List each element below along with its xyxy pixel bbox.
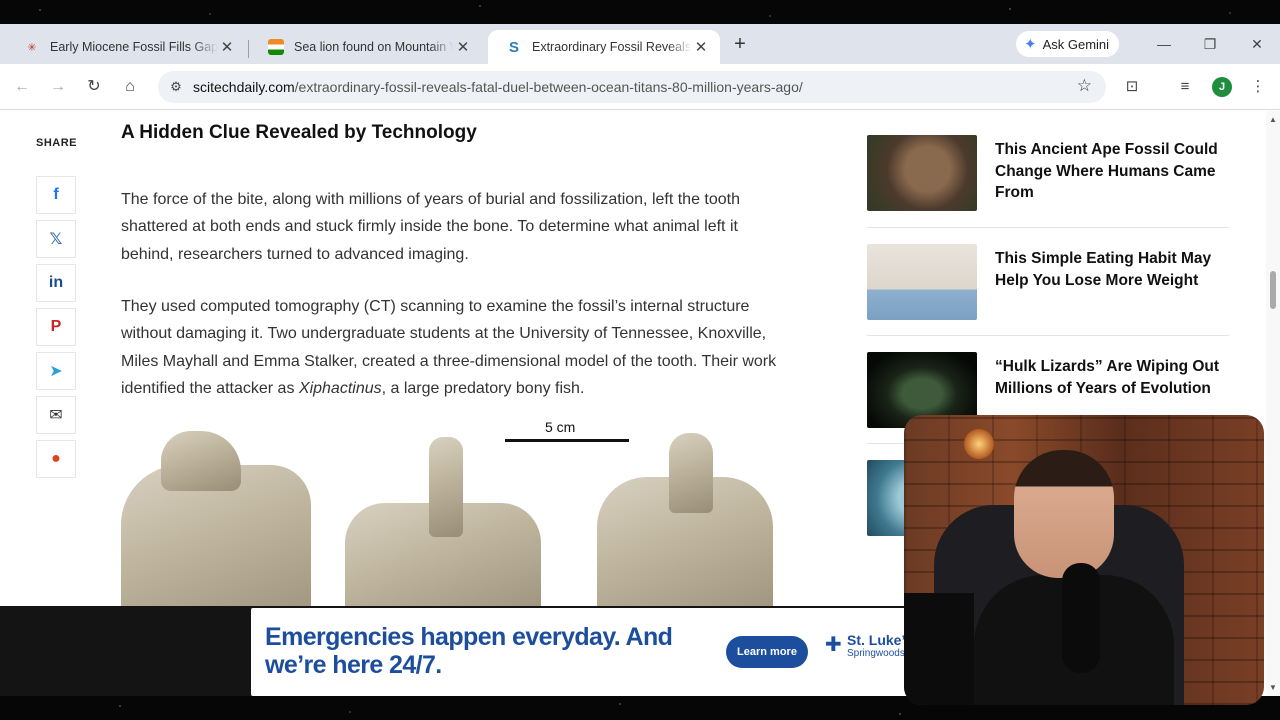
webcam-overlay [904, 415, 1264, 705]
scale-label: 5 cm [545, 419, 576, 435]
lens-search-icon[interactable]: ⊡ [1120, 75, 1144, 99]
profile-avatar[interactable]: J [1212, 77, 1232, 97]
share-label: SHARE [36, 137, 78, 149]
pinterest-share-button[interactable]: P [36, 308, 76, 346]
ad-headline[interactable]: Emergencies happen everyday. And we’re h… [265, 623, 695, 679]
tab-extraordinary-fossil[interactable]: S Extraordinary Fossil Reveals Fata ✕ [488, 30, 720, 64]
scroll-down-arrow-icon[interactable]: ▼ [1269, 683, 1277, 692]
close-window-icon[interactable]: ✕ [1245, 32, 1269, 56]
learn-more-button[interactable]: Learn more [726, 636, 808, 668]
facebook-share-button[interactable]: f [36, 176, 76, 214]
telegram-share-button[interactable]: ➤ [36, 352, 76, 390]
eating-habit-thumbnail[interactable] [867, 244, 977, 320]
linkedin-share-button[interactable]: in [36, 264, 76, 302]
fossil-vertebra-1-spine [161, 431, 241, 491]
species-name: Xiphactinus [298, 379, 382, 397]
scrollbar-thumb[interactable] [1270, 271, 1276, 309]
lamp [964, 429, 994, 459]
toolbar: ← → ↻ ⌂ ⚙ scitechdaily.com/extraordinary… [0, 64, 1280, 110]
tab-title: Extraordinary Fossil Reveals Fata [532, 40, 692, 54]
red-star-icon: ✳ [27, 41, 37, 54]
minimize-icon[interactable]: — [1152, 32, 1176, 56]
url-text[interactable]: scitechdaily.com/extraordinary-fossil-re… [193, 79, 803, 95]
related-card-title[interactable]: “Hulk Lizards” Are Wiping Out Millions o… [995, 356, 1225, 399]
fossil-figure: 5 cm [121, 417, 785, 645]
reddit-icon: ● [51, 450, 61, 467]
restore-icon[interactable]: ❐ [1198, 32, 1222, 56]
gemini-icon: ✦ [1024, 36, 1037, 53]
s-logo-icon: S [508, 38, 519, 56]
scale-bar [505, 439, 629, 442]
divider [867, 335, 1229, 336]
email-share-button[interactable]: ✉ [36, 396, 76, 434]
tab-title: Sea lion found on Mountain Vie [294, 40, 454, 54]
email-icon: ✉ [49, 407, 63, 424]
reddit-share-button[interactable]: ● [36, 440, 76, 478]
paragraph-1: The force of the bite, along with millio… [121, 191, 740, 263]
facebook-icon: f [53, 186, 59, 203]
cross-logo-icon: ✚ [825, 634, 842, 656]
person-head [1014, 450, 1114, 578]
page-scrollbar[interactable]: ▲ ▼ [1266, 111, 1280, 696]
ask-gemini-button[interactable]: ✦ Ask Gemini [1016, 31, 1120, 57]
x-share-button[interactable]: 𝕏 [36, 220, 76, 258]
fossil-vertebra-2-spine [429, 437, 463, 537]
bookmark-star-icon[interactable]: ☆ [1077, 76, 1092, 96]
st-lukes-logo[interactable]: ✚ St. Luke’s Springwoods [825, 632, 911, 659]
section-heading: A Hidden Clue Revealed by Technology [121, 122, 477, 143]
ape-fossil-thumbnail[interactable] [867, 135, 977, 211]
tab-title: Early Miocene Fossil Fills Gap in [50, 40, 218, 54]
paragraph-2: They used computed tomography (CT) scann… [121, 298, 777, 397]
media-controls-icon[interactable]: ≡ [1173, 75, 1197, 99]
x-icon: 𝕏 [49, 231, 63, 248]
advertisement-banner[interactable]: Emergencies happen everyday. And we’re h… [251, 608, 911, 696]
related-card-title[interactable]: This Ancient Ape Fossil Could Change Whe… [995, 139, 1225, 204]
fossil-vertebra-3-spine [669, 433, 713, 513]
monitor [904, 593, 974, 705]
tab-early-miocene[interactable]: ✳ Early Miocene Fossil Fills Gap in ✕ [6, 30, 246, 64]
home-icon[interactable]: ⌂ [118, 75, 142, 99]
forward-icon[interactable]: → [46, 75, 70, 99]
back-icon[interactable]: ← [10, 75, 34, 99]
close-tab-icon[interactable]: ✕ [692, 38, 710, 56]
gemini-label: Ask Gemini [1042, 36, 1110, 52]
microphone [1062, 563, 1100, 673]
related-card-title[interactable]: This Simple Eating Habit May Help You Lo… [995, 248, 1225, 291]
reload-icon[interactable]: ↻ [82, 75, 106, 99]
tab-sea-lion[interactable]: Sea lion found on Mountain Vie ✕ [250, 30, 482, 64]
menu-kebab-icon[interactable]: ⋮ [1246, 75, 1270, 99]
india-flag-icon [268, 39, 284, 55]
scroll-up-arrow-icon[interactable]: ▲ [1269, 115, 1277, 124]
address-bar[interactable]: ⚙ scitechdaily.com/extraordinary-fossil-… [158, 71, 1106, 103]
close-tab-icon[interactable]: ✕ [454, 38, 472, 56]
close-tab-icon[interactable]: ✕ [218, 38, 236, 56]
tab-divider [248, 40, 249, 58]
tab-strip: ✳ Early Miocene Fossil Fills Gap in ✕ Se… [0, 24, 1280, 64]
pinterest-icon: P [50, 318, 62, 335]
linkedin-icon: in [48, 274, 64, 291]
new-tab-button[interactable]: + [730, 33, 750, 55]
site-info-icon[interactable]: ⚙ [166, 77, 186, 97]
telegram-icon: ➤ [49, 363, 63, 380]
divider [867, 227, 1229, 228]
